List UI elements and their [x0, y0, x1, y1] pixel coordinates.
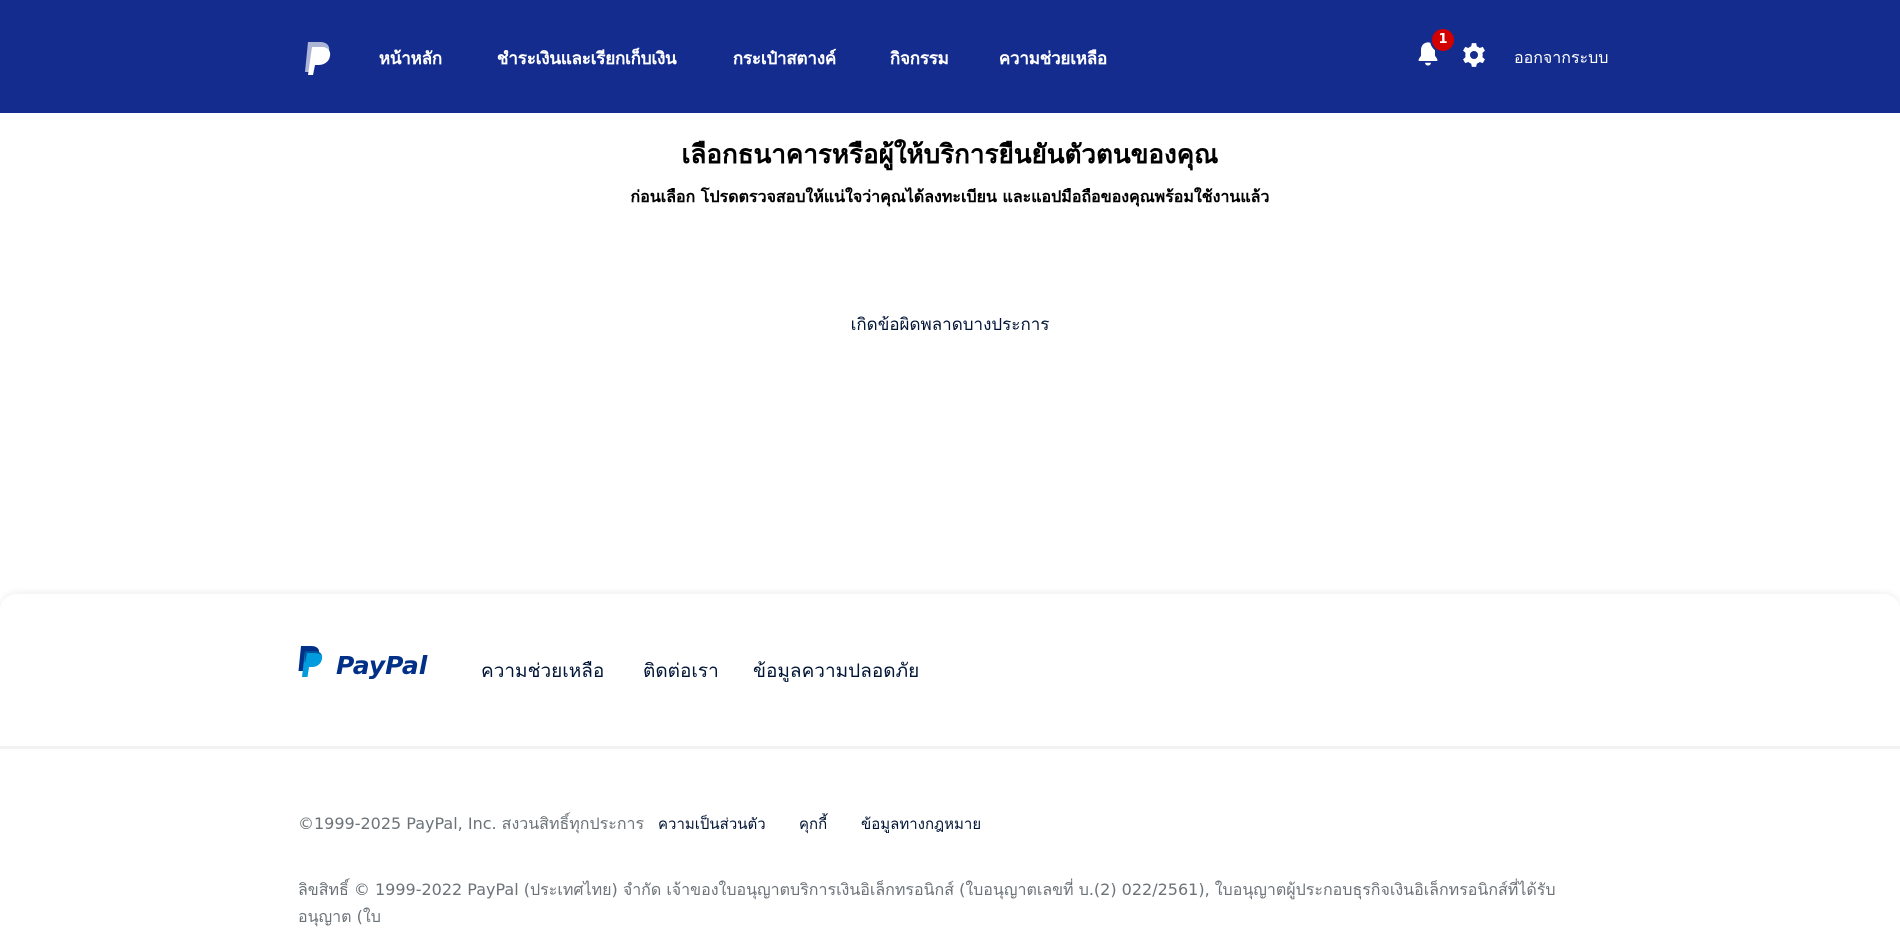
footer-legal: ©1999-2025 PayPal, Inc. สงวนสิทธิ์ทุกประ… [0, 752, 1900, 926]
footer-security-link[interactable]: ข้อมูลความปลอดภัย [753, 656, 919, 686]
main-nav: หน้าหลัก ชำระเงินและเรียกเก็บเงิน กระเป๋… [0, 0, 1200, 113]
notification-badge: 1 [1430, 27, 1456, 53]
paypal-wordmark-text: PayPal [336, 651, 428, 680]
logout-link[interactable]: ออกจากระบบ [1514, 46, 1608, 71]
copyright-text: ©1999-2025 PayPal, Inc. สงวนสิทธิ์ทุกประ… [298, 814, 645, 833]
nav-pay-and-get-paid[interactable]: ชำระเงินและเรียกเก็บเงิน [497, 45, 677, 72]
nav-activity[interactable]: กิจกรรม [890, 45, 949, 72]
footer-contact-link[interactable]: ติดต่อเรา [643, 656, 719, 686]
nav-home[interactable]: หน้าหลัก [379, 45, 442, 72]
legal-disclaimer-text: ลิขสิทธิ์ © 1999-2022 PayPal (ประเทศไทย)… [298, 880, 1556, 926]
gear-icon[interactable] [1461, 42, 1487, 68]
footer-help-link[interactable]: ความช่วยเหลือ [481, 656, 604, 686]
legal-link[interactable]: ข้อมูลทางกฎหมาย [861, 812, 981, 836]
nav-wallet[interactable]: กระเป๋าสตางค์ [733, 45, 836, 72]
page-title: เลือกธนาคารหรือผู้ให้บริการยืนยันตัวตนขอ… [681, 140, 1219, 170]
error-message: เกิดข้อผิดพลาดบางประการ [850, 315, 1050, 335]
page-subtitle: ก่อนเลือก โปรดตรวจสอบให้แน่ใจว่าคุณได้ลง… [630, 187, 1270, 206]
cookies-link[interactable]: คุกกี้ [799, 812, 827, 836]
nav-help[interactable]: ความช่วยเหลือ [999, 45, 1107, 72]
footer-links-bar: PayPal ความช่วยเหลือ ติดต่อเรา ข้อมูลควา… [0, 594, 1900, 749]
paypal-wordmark-logo[interactable]: PayPal [298, 644, 434, 682]
top-navigation-bar: หน้าหลัก ชำระเงินและเรียกเก็บเงิน กระเป๋… [0, 0, 1900, 113]
privacy-link[interactable]: ความเป็นส่วนตัว [658, 812, 766, 836]
